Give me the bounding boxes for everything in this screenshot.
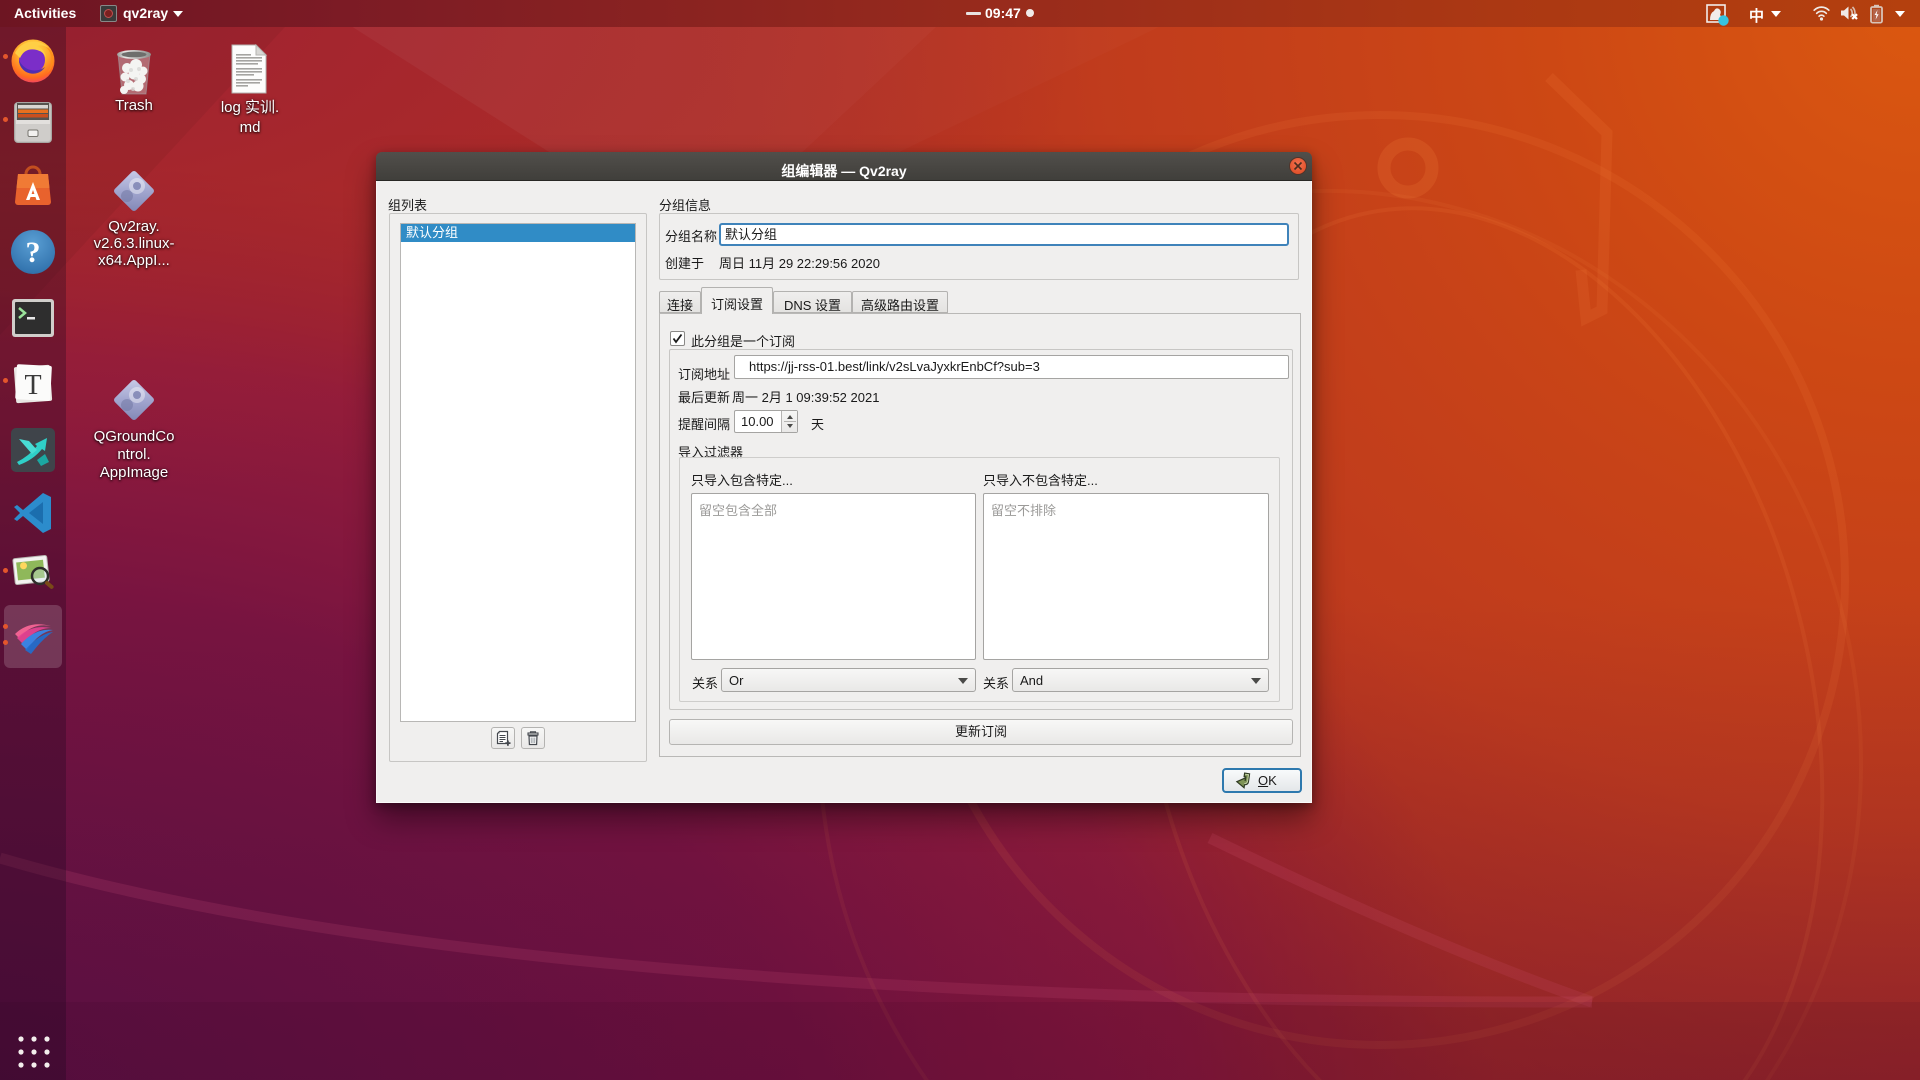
svg-text:T: T: [24, 370, 41, 401]
svg-text:?: ?: [26, 236, 41, 269]
